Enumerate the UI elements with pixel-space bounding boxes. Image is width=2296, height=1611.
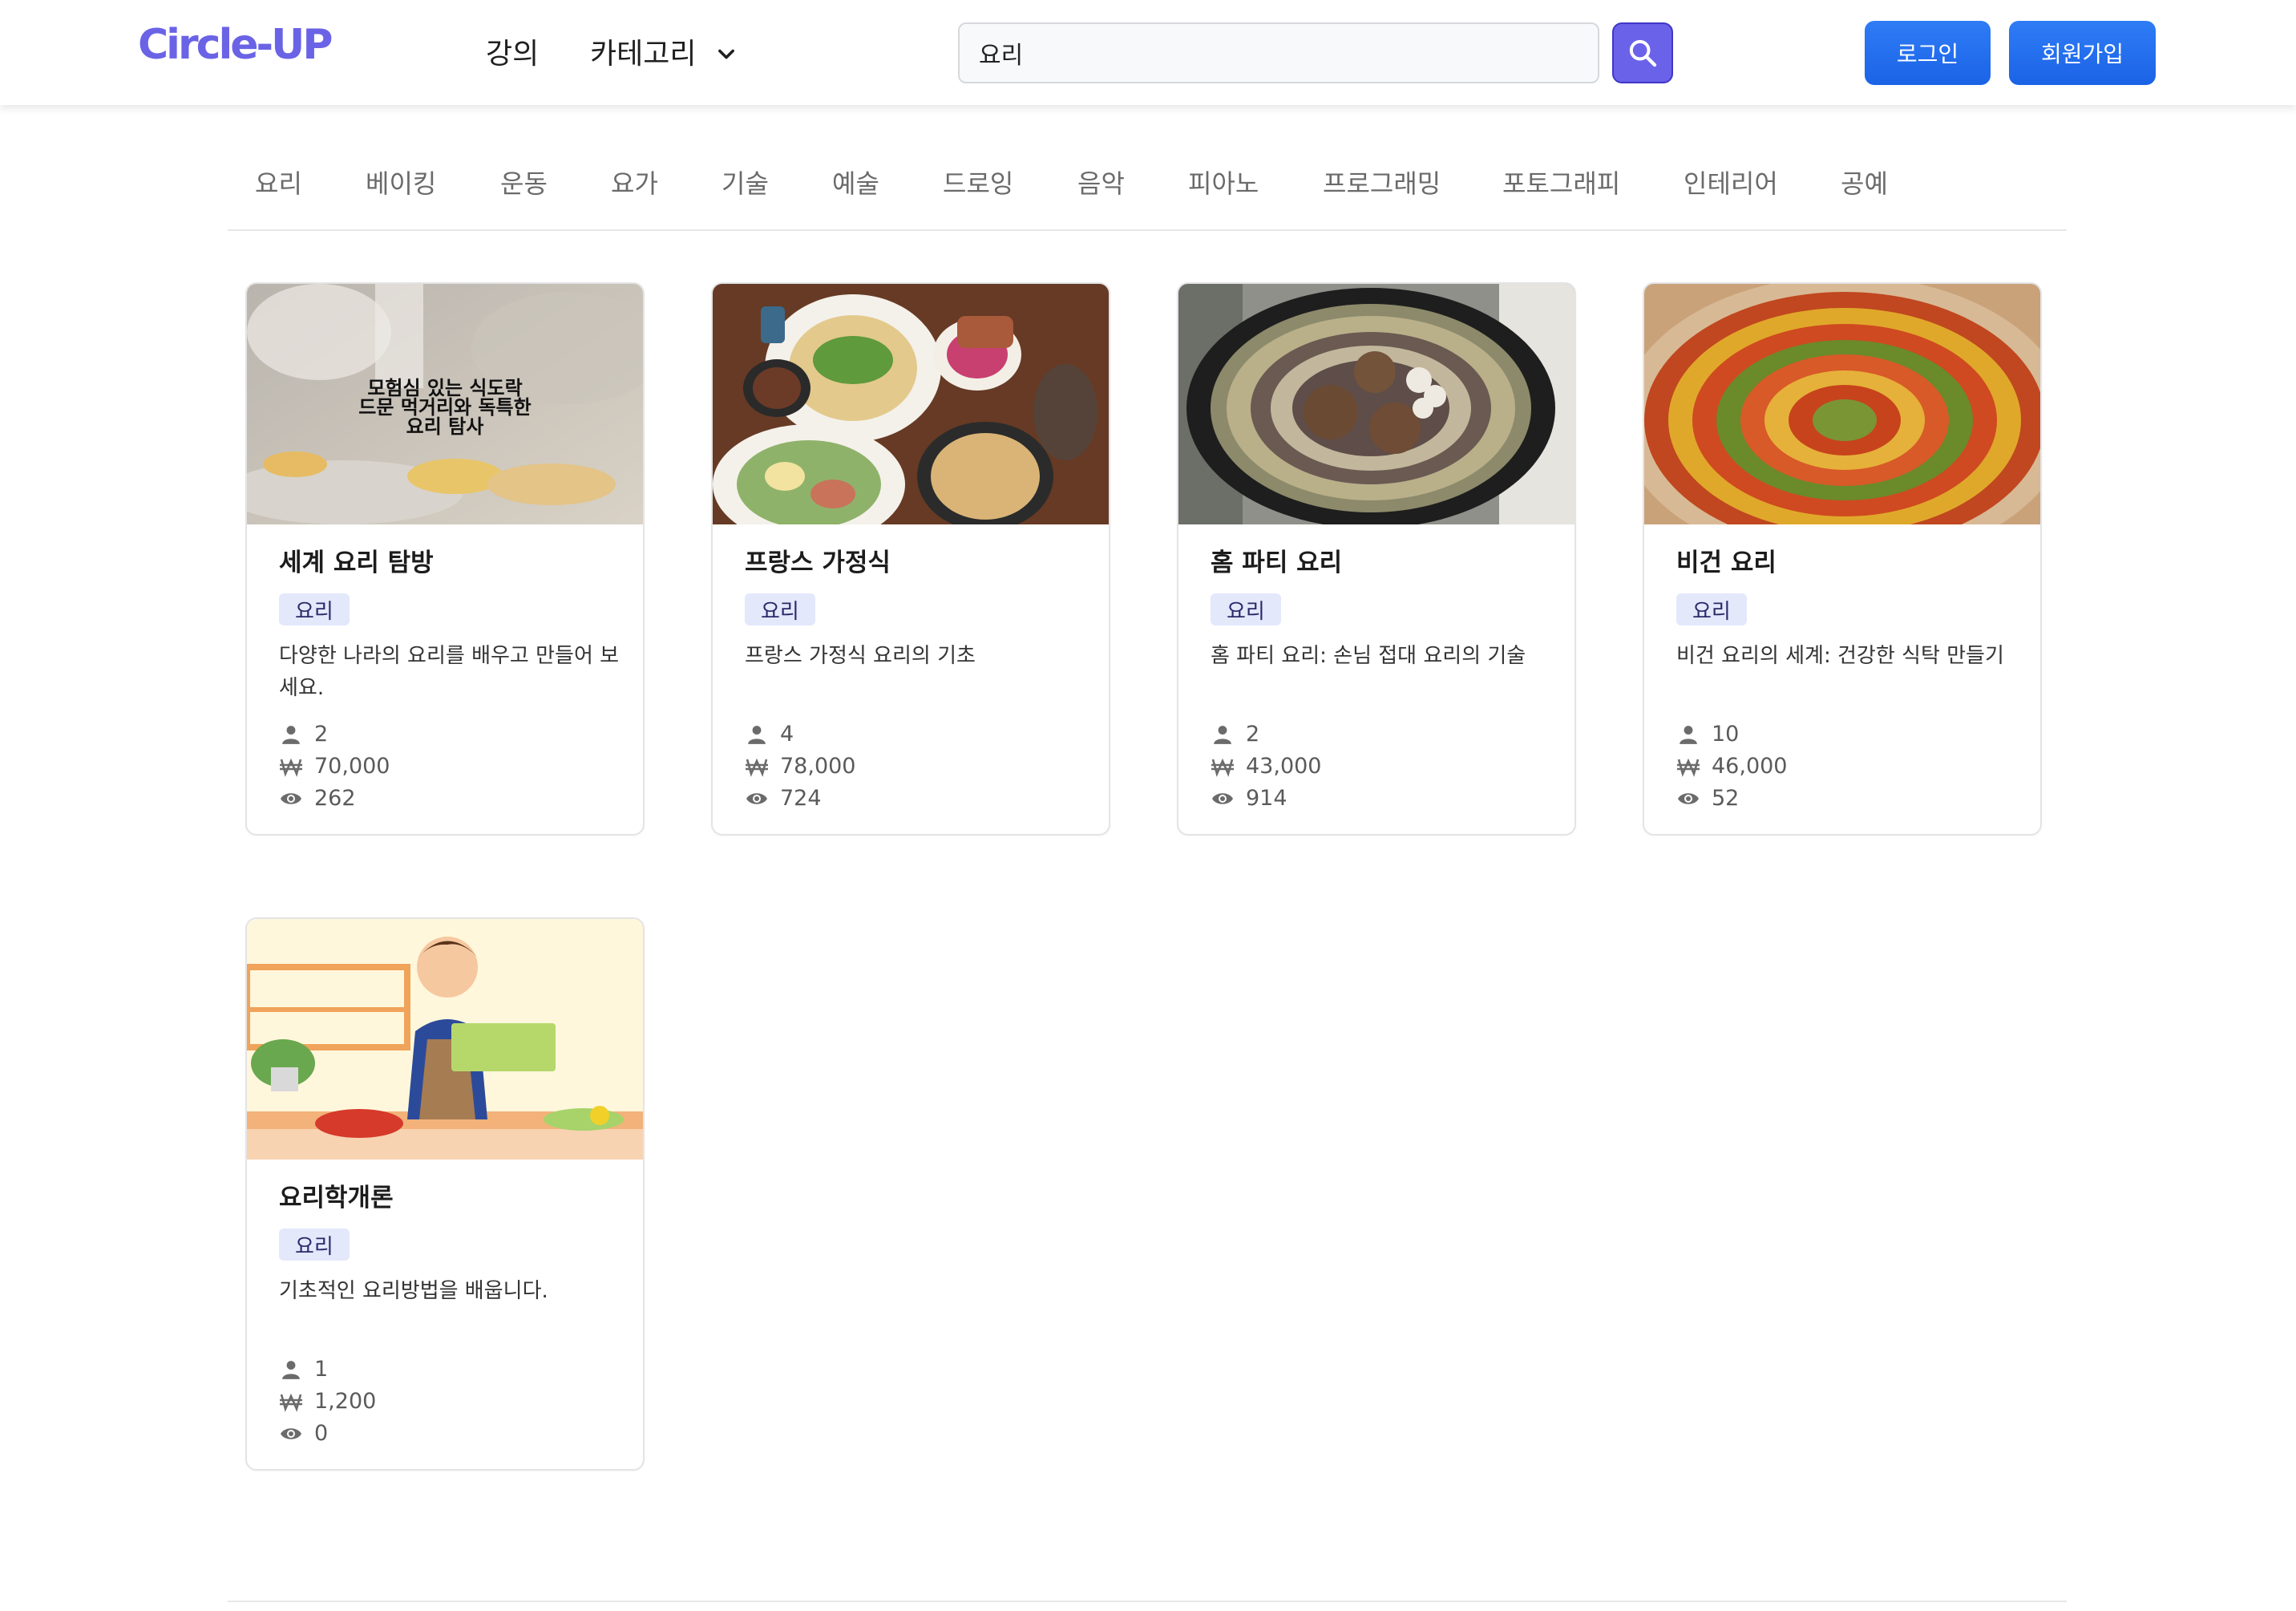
thumb-caption: 요리 탐사 (406, 415, 484, 438)
eye-icon (1212, 792, 1233, 804)
category-badge: 요리 (279, 593, 350, 625)
eye-icon (746, 792, 767, 804)
eye-icon (1678, 792, 1699, 804)
tab-category[interactable]: 요리 (255, 164, 302, 200)
price: 78,000 (780, 754, 856, 779)
course-description: 홈 파티 요리: 손님 접대 요리의 기술 (1211, 644, 1526, 668)
tab-category[interactable]: 예술 (832, 164, 879, 200)
tab-category[interactable]: 프로그래밍 (1323, 164, 1441, 200)
course-card[interactable]: 홈 파티 요리 요리 홈 파티 요리: 손님 접대 요리의 기술 2 43,00… (1177, 282, 1576, 836)
students-row: 1 (279, 1357, 328, 1382)
tab-category[interactable]: 드로잉 (943, 164, 1013, 200)
user-icon (282, 1360, 300, 1379)
price: 1,200 (314, 1389, 377, 1414)
course-card[interactable]: 모험심 있는 식도락 드문 먹거리와 독특한 요리 탐사 세계 요리 탐방 요리… (245, 282, 645, 836)
course-thumbnail (1178, 284, 1574, 524)
course-thumbnail (247, 919, 643, 1160)
chevron-down-icon (718, 49, 735, 59)
price: 43,000 (1246, 754, 1322, 779)
user-icon (1680, 725, 1697, 744)
course-title: 요리학개론 (279, 1184, 394, 1212)
search-button[interactable] (1612, 22, 1673, 83)
views-count: 0 (314, 1421, 329, 1446)
login-button[interactable]: 로그인 (1865, 21, 1991, 85)
course-description: 기초적인 요리방법을 배웁니다. (279, 1279, 548, 1303)
nav-lecture[interactable]: 강의 (486, 30, 539, 72)
students-row: 2 (1211, 722, 1259, 747)
views-row: 724 (745, 786, 822, 811)
views-row: 914 (1211, 786, 1287, 811)
price: 46,000 (1712, 754, 1788, 779)
price-row: 43,000 (1211, 754, 1321, 779)
user-icon (748, 725, 766, 744)
search-box (958, 22, 1599, 83)
category-tabs: 요리 베이킹 운동 요가 기술 예술 드로잉 음악 피아노 프로그래밍 포토그래… (228, 157, 2067, 231)
category-badge: 요리 (279, 1228, 350, 1261)
students-count: 2 (314, 722, 329, 747)
students-count: 1 (314, 1357, 329, 1382)
views-row: 0 (279, 1421, 328, 1446)
views-row: 262 (279, 786, 356, 811)
views-row: 52 (1676, 786, 1739, 811)
views-count: 262 (314, 786, 356, 811)
won-icon (280, 1393, 302, 1412)
students-count: 4 (780, 722, 794, 747)
won-icon (1211, 758, 1234, 777)
won-icon (746, 758, 768, 777)
students-row: 2 (279, 722, 328, 747)
price-row: 70,000 (279, 754, 390, 779)
course-card[interactable]: 프랑스 가정식 요리 프랑스 가정식 요리의 기초 4 78,000 724 (711, 282, 1110, 836)
tab-category[interactable]: 음악 (1077, 164, 1125, 200)
won-icon (280, 758, 302, 777)
course-title: 홈 파티 요리 (1211, 548, 1343, 577)
course-thumbnail (1644, 284, 2040, 524)
price-row: 46,000 (1676, 754, 1787, 779)
category-badge: 요리 (1676, 593, 1747, 625)
category-badge: 요리 (1211, 593, 1281, 625)
eye-icon (281, 1427, 301, 1439)
students-row: 4 (745, 722, 794, 747)
top-header: Circle-UP 강의 카테고리 로그인 회원가입 (0, 0, 2296, 105)
tab-category[interactable]: 요가 (611, 164, 658, 200)
eye-icon (281, 792, 301, 804)
course-description: 비건 요리의 세계: 건강한 식탁 만들기 (1676, 644, 2004, 668)
tab-category[interactable]: 포토그래피 (1502, 164, 1620, 200)
search-input[interactable] (979, 38, 1598, 67)
user-icon (282, 725, 300, 744)
tab-category[interactable]: 인테리어 (1684, 164, 1778, 200)
tab-category[interactable]: 피아노 (1188, 164, 1259, 200)
won-icon (1677, 758, 1700, 777)
course-title: 프랑스 가정식 (745, 548, 891, 577)
students-count: 2 (1246, 722, 1260, 747)
footer-divider (228, 1601, 2067, 1602)
category-badge: 요리 (745, 593, 815, 625)
students-row: 10 (1676, 722, 1739, 747)
search-icon (1629, 39, 1657, 67)
tab-category[interactable]: 공예 (1841, 164, 1888, 200)
user-icon (1214, 725, 1231, 744)
course-title: 세계 요리 탐방 (279, 548, 434, 577)
course-title: 비건 요리 (1676, 548, 1777, 577)
price-row: 1,200 (279, 1389, 376, 1414)
price-row: 78,000 (745, 754, 855, 779)
course-card[interactable]: 요리학개론 요리 기초적인 요리방법을 배웁니다. 1 1,200 0 (245, 917, 645, 1471)
course-thumbnail (713, 284, 1109, 524)
nav-category-dropdown[interactable]: 카테고리 (590, 30, 738, 72)
tab-category[interactable]: 기술 (722, 164, 769, 200)
course-card[interactable]: 비건 요리 요리 비건 요리의 세계: 건강한 식탁 만들기 10 46,000… (1643, 282, 2042, 836)
tab-category[interactable]: 운동 (500, 164, 548, 200)
students-count: 10 (1712, 722, 1740, 747)
course-description: 프랑스 가정식 요리의 기초 (745, 644, 976, 668)
tab-category[interactable]: 베이킹 (366, 164, 436, 200)
course-thumbnail: 모험심 있는 식도락 드문 먹거리와 독특한 요리 탐사 (247, 284, 643, 524)
signup-button[interactable]: 회원가입 (2009, 21, 2156, 85)
logo[interactable]: Circle-UP (138, 21, 333, 69)
nav-category-label: 카테고리 (590, 38, 697, 71)
price: 70,000 (314, 754, 390, 779)
views-count: 724 (780, 786, 822, 811)
views-count: 914 (1246, 786, 1287, 811)
views-count: 52 (1712, 786, 1740, 811)
course-description: 다양한 나라의 요리를 배우고 만들어 보세요. (279, 644, 620, 700)
